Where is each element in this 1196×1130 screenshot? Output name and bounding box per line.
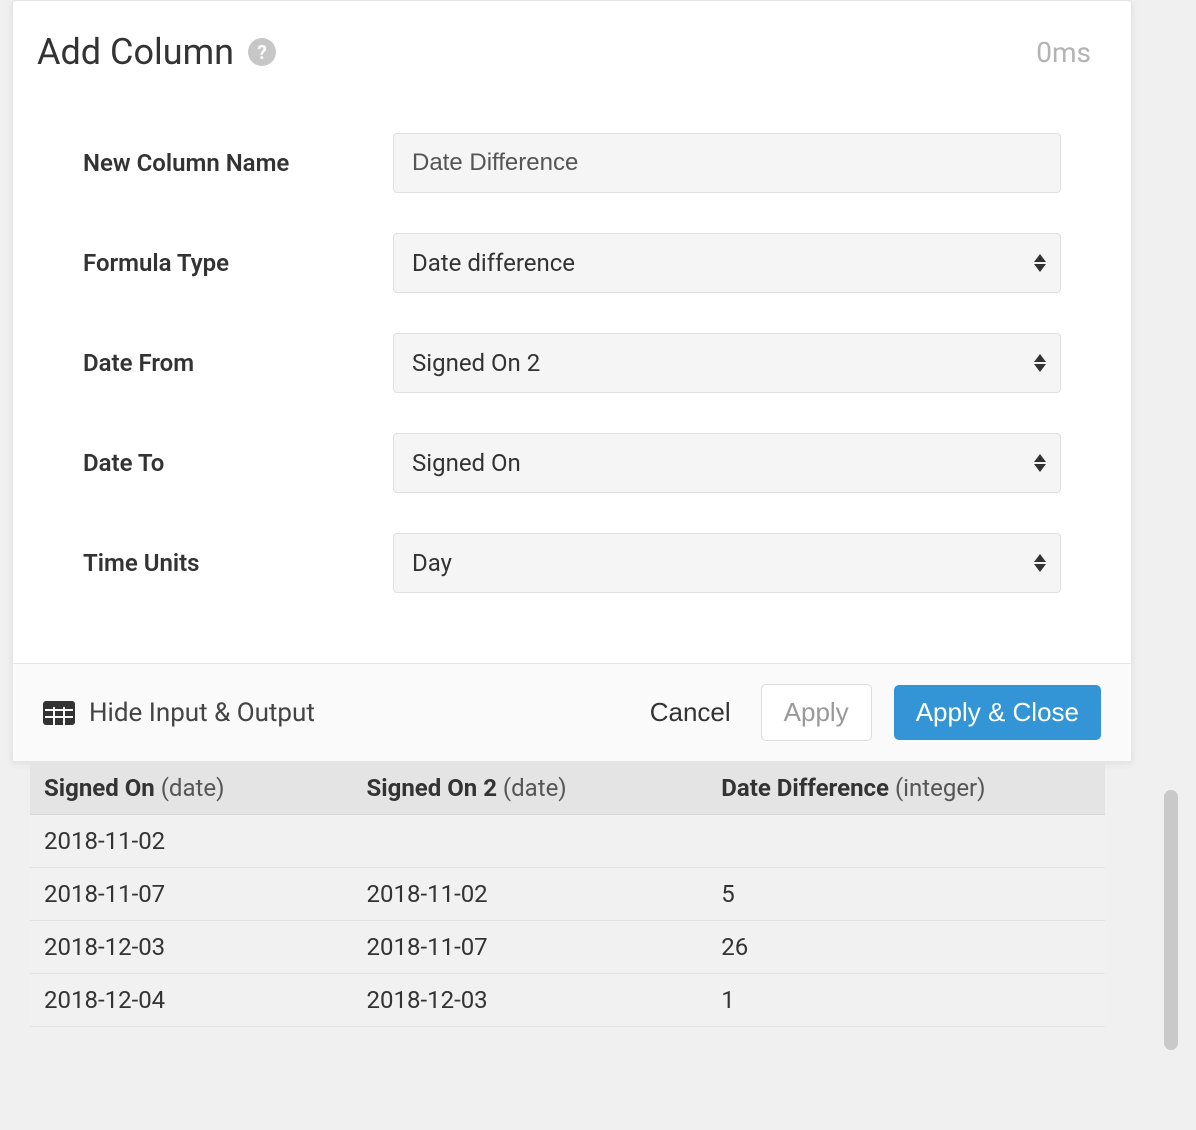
table-icon bbox=[43, 701, 75, 725]
dialog-footer: Hide Input & Output Cancel Apply Apply &… bbox=[13, 663, 1131, 761]
row-new-column-name: New Column Name bbox=[83, 133, 1061, 193]
dialog-title: Add Column bbox=[37, 31, 234, 73]
table-header-row: Signed On (date) Signed On 2 (date) Date… bbox=[30, 762, 1105, 815]
add-column-dialog: Add Column ? 0ms New Column Name Formula… bbox=[12, 0, 1132, 762]
new-column-name-input[interactable] bbox=[393, 133, 1061, 193]
cell: 2018-11-07 bbox=[30, 868, 353, 921]
hide-io-label: Hide Input & Output bbox=[89, 698, 315, 728]
scrollbar[interactable] bbox=[1164, 790, 1178, 1050]
dialog-title-wrap: Add Column ? bbox=[37, 31, 276, 73]
date-from-value: Signed On 2 bbox=[412, 349, 540, 377]
cell: 2018-11-07 bbox=[353, 921, 708, 974]
footer-actions: Cancel Apply Apply & Close bbox=[642, 684, 1101, 741]
apply-button[interactable]: Apply bbox=[761, 684, 872, 741]
cancel-button[interactable]: Cancel bbox=[642, 685, 739, 740]
new-column-name-label: New Column Name bbox=[83, 149, 393, 177]
cell: 2018-12-03 bbox=[30, 921, 353, 974]
table-row: 2018-12-04 2018-12-03 1 bbox=[30, 974, 1105, 1027]
time-units-select[interactable]: Day bbox=[393, 533, 1061, 593]
formula-type-value: Date difference bbox=[412, 249, 575, 277]
cell: 2018-12-04 bbox=[30, 974, 353, 1027]
date-from-label: Date From bbox=[83, 349, 393, 377]
date-to-value: Signed On bbox=[412, 449, 521, 477]
col-header-date-difference[interactable]: Date Difference (integer) bbox=[707, 762, 1105, 815]
cell bbox=[353, 815, 708, 868]
dialog-header: Add Column ? 0ms bbox=[13, 1, 1131, 93]
time-units-value: Day bbox=[412, 549, 452, 577]
col-header-signed-on-2[interactable]: Signed On 2 (date) bbox=[353, 762, 708, 815]
table-row: 2018-12-03 2018-11-07 26 bbox=[30, 921, 1105, 974]
cell: 26 bbox=[707, 921, 1105, 974]
time-units-label: Time Units bbox=[83, 549, 393, 577]
row-date-from: Date From Signed On 2 bbox=[83, 333, 1061, 393]
row-time-units: Time Units Day bbox=[83, 533, 1061, 593]
cell: 2018-11-02 bbox=[30, 815, 353, 868]
table-row: 2018-11-07 2018-11-02 5 bbox=[30, 868, 1105, 921]
cell: 5 bbox=[707, 868, 1105, 921]
help-icon[interactable]: ? bbox=[248, 38, 276, 66]
cell: 1 bbox=[707, 974, 1105, 1027]
chevron-updown-icon bbox=[1034, 554, 1046, 572]
date-to-select[interactable]: Signed On bbox=[393, 433, 1061, 493]
formula-type-select[interactable]: Date difference bbox=[393, 233, 1061, 293]
date-from-select[interactable]: Signed On 2 bbox=[393, 333, 1061, 393]
results-table: Signed On (date) Signed On 2 (date) Date… bbox=[30, 762, 1105, 1027]
cell: 2018-11-02 bbox=[353, 868, 708, 921]
row-formula-type: Formula Type Date difference bbox=[83, 233, 1061, 293]
dialog-body: New Column Name Formula Type Date differ… bbox=[13, 93, 1131, 663]
cell: 2018-12-03 bbox=[353, 974, 708, 1027]
row-date-to: Date To Signed On bbox=[83, 433, 1061, 493]
formula-type-label: Formula Type bbox=[83, 249, 393, 277]
chevron-updown-icon bbox=[1034, 354, 1046, 372]
timing-label: 0ms bbox=[1036, 36, 1091, 69]
chevron-updown-icon bbox=[1034, 254, 1046, 272]
cell bbox=[707, 815, 1105, 868]
date-to-label: Date To bbox=[83, 449, 393, 477]
hide-io-toggle[interactable]: Hide Input & Output bbox=[43, 698, 315, 728]
col-header-signed-on[interactable]: Signed On (date) bbox=[30, 762, 353, 815]
apply-close-button[interactable]: Apply & Close bbox=[894, 685, 1101, 740]
chevron-updown-icon bbox=[1034, 454, 1046, 472]
table-row: 2018-11-02 bbox=[30, 815, 1105, 868]
